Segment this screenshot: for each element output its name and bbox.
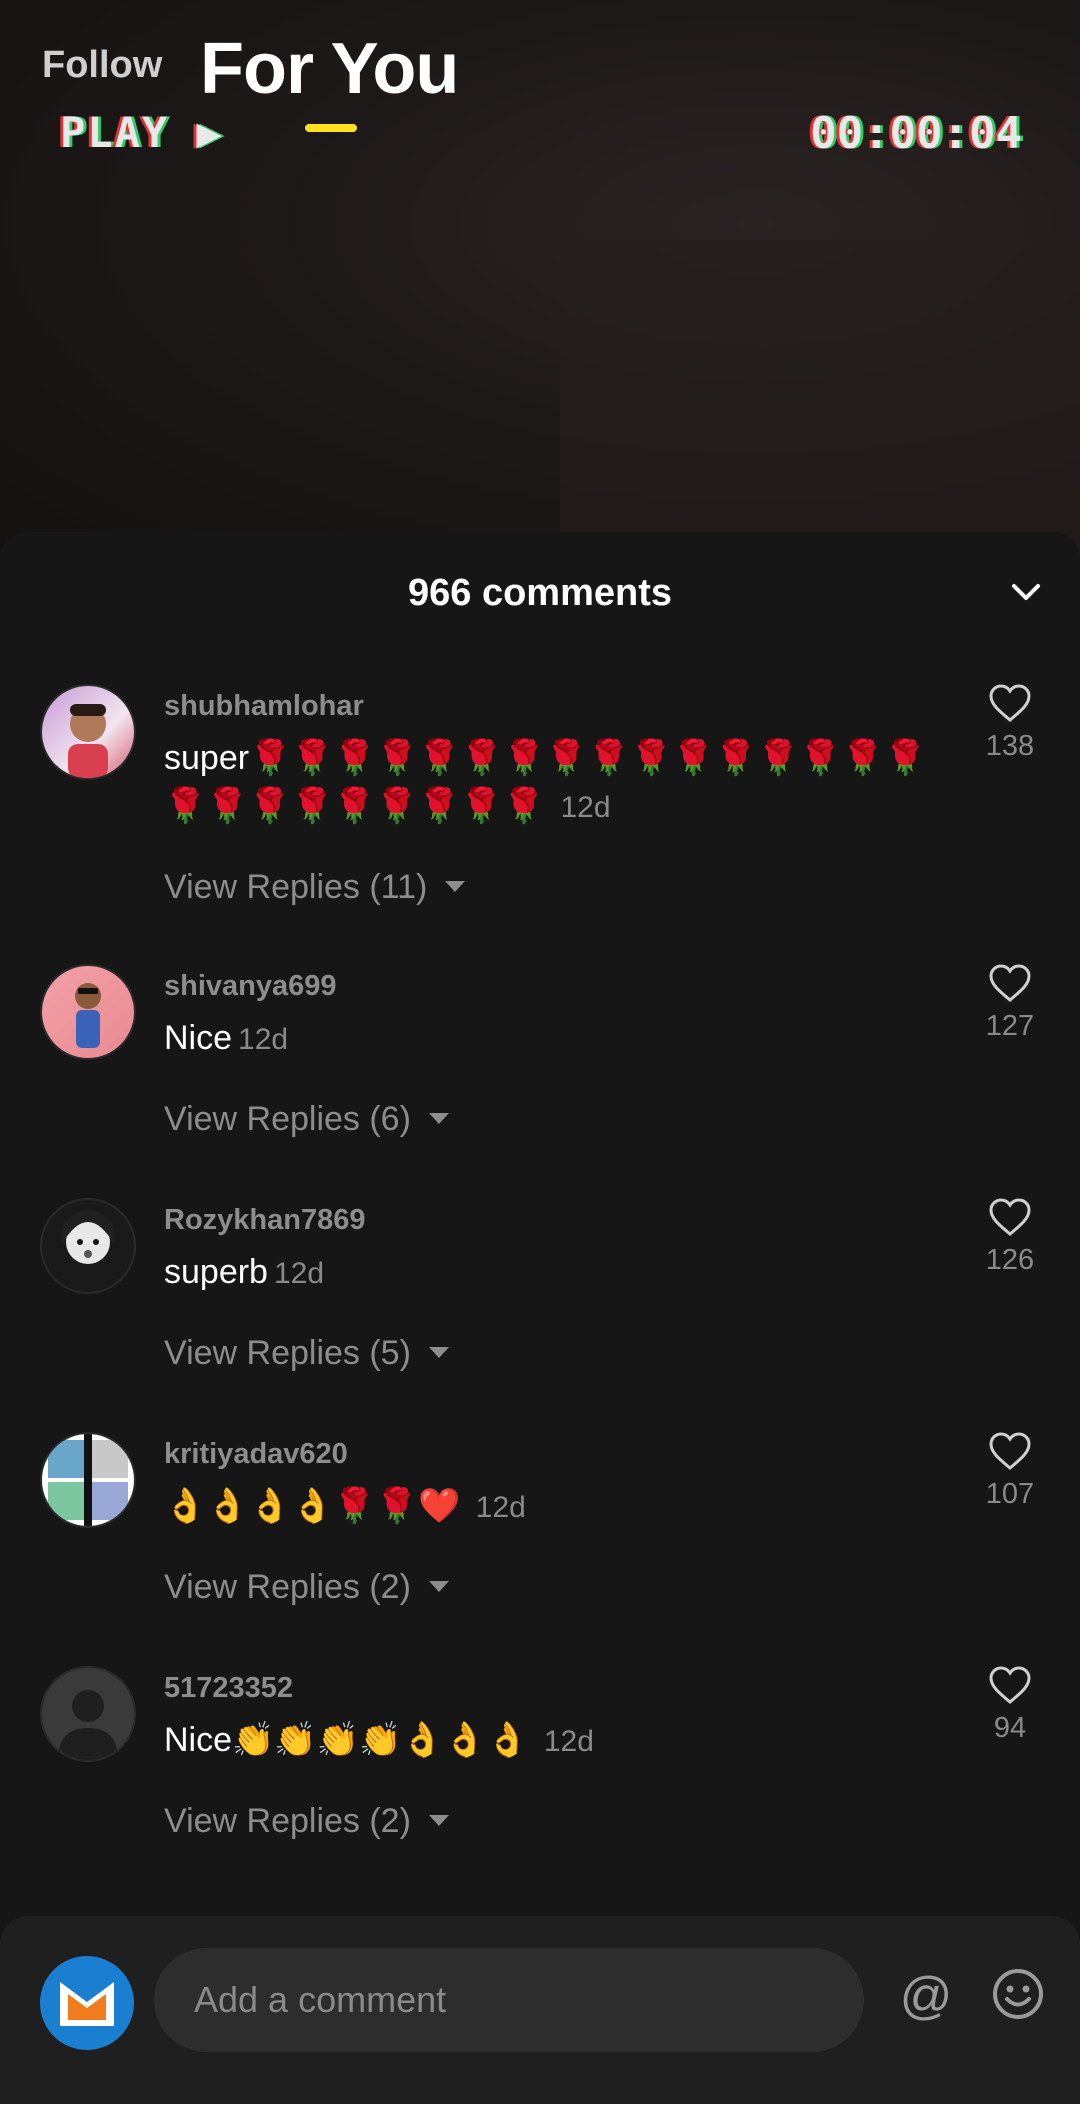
avatar[interactable] (40, 684, 136, 780)
caret-down-icon (428, 1346, 449, 1358)
view-replies-label: View Replies (2) (164, 1802, 411, 1840)
comment-emojis: 👏👏👏👏👌👌👌 (232, 1720, 529, 1760)
view-replies-button[interactable]: View Replies (2) (164, 1568, 449, 1607)
view-replies-label: View Replies (11) (164, 868, 428, 906)
comment-username[interactable]: shubhamlohar (164, 690, 364, 723)
active-tab-indicator (305, 124, 357, 132)
comment-time: 12d (475, 1491, 526, 1524)
view-replies-label: View Replies (5) (164, 1334, 411, 1372)
comment-username[interactable]: shivanya699 (164, 970, 337, 1003)
comment-emojis: 🌹🌹🌹🌹🌹🌹🌹🌹🌹🌹🌹🌹🌹🌹🌹🌹🌹🌹🌹🌹🌹🌹🌹🌹🌹 (164, 738, 927, 826)
avatar[interactable] (40, 1432, 136, 1528)
avatar[interactable] (40, 1198, 136, 1294)
like-button[interactable]: 94 (970, 1666, 1050, 1745)
tab-follow[interactable]: Follow (42, 44, 162, 87)
comment-input-bar: @ (0, 1916, 1080, 2104)
tab-for-you[interactable]: For You (200, 28, 459, 110)
comment-username[interactable]: 51723352 (164, 1672, 293, 1705)
caret-down-icon (428, 1112, 449, 1124)
comment-time: 12d (238, 1023, 289, 1056)
video-frame-shadow (560, 240, 1080, 560)
comment-time: 12d (560, 791, 611, 824)
chevron-down-icon[interactable] (1002, 568, 1050, 616)
view-replies-label: View Replies (2) (164, 1568, 411, 1606)
app-logo-icon (40, 1956, 134, 2050)
comment-time: 12d (543, 1725, 594, 1758)
view-replies-button[interactable]: View Replies (6) (164, 1100, 449, 1139)
comment-username[interactable]: kritiyadav620 (164, 1438, 348, 1471)
view-replies-button[interactable]: View Replies (5) (164, 1334, 449, 1373)
comment-emojis: 👌👌👌👌🌹🌹❤️ (164, 1486, 461, 1526)
like-button[interactable]: 127 (970, 964, 1050, 1043)
view-replies-button[interactable]: View Replies (2) (164, 1802, 449, 1841)
caret-down-icon (428, 1814, 449, 1826)
comment-text: 👌👌👌👌🌹🌹❤️ 12d (164, 1482, 934, 1532)
comments-sheet: 966 comments shubhamlohar super🌹🌹🌹🌹🌹🌹🌹🌹🌹… (0, 532, 1080, 2104)
comment-text: super🌹🌹🌹🌹🌹🌹🌹🌹🌹🌹🌹🌹🌹🌹🌹🌹🌹🌹🌹🌹🌹🌹🌹🌹🌹 12d (164, 734, 934, 832)
heart-icon (989, 684, 1031, 722)
comment-text: superb 12d (164, 1248, 934, 1298)
heart-icon (989, 1198, 1031, 1236)
avatar[interactable] (40, 964, 136, 1060)
mention-button[interactable]: @ (898, 1966, 954, 2026)
comment-text: Nice 12d (164, 1014, 934, 1064)
caret-down-icon (428, 1580, 449, 1592)
comment-text: Nice👏👏👏👏👌👌👌 12d (164, 1716, 934, 1766)
top-tabs: Follow For You (0, 0, 1080, 150)
like-count: 126 (985, 1244, 1035, 1276)
comment-body: Nice (164, 1721, 233, 1759)
comment-time: 12d (273, 1257, 325, 1290)
like-count: 127 (985, 1010, 1035, 1042)
like-button[interactable]: 126 (970, 1198, 1050, 1277)
emoji-icon[interactable] (990, 1966, 1046, 2022)
comment-body: Nice (164, 1019, 233, 1057)
heart-icon (989, 964, 1031, 1002)
like-count: 94 (993, 1712, 1027, 1744)
like-button[interactable]: 138 (970, 684, 1050, 763)
avatar[interactable] (40, 1666, 136, 1762)
comment-username[interactable]: Rozykhan7869 (164, 1204, 366, 1237)
like-count: 107 (985, 1478, 1035, 1510)
caret-down-icon (445, 880, 466, 892)
like-count: 138 (985, 730, 1035, 762)
comment-body: superb (164, 1253, 268, 1291)
view-replies-button[interactable]: View Replies (11) (164, 868, 466, 907)
comment-input[interactable] (154, 1948, 864, 2052)
like-button[interactable]: 107 (970, 1432, 1050, 1511)
view-replies-label: View Replies (6) (164, 1100, 411, 1138)
comment-body: super (164, 739, 250, 777)
comments-count-title: 966 comments (407, 572, 672, 614)
heart-icon (989, 1432, 1031, 1470)
heart-icon (989, 1666, 1031, 1704)
